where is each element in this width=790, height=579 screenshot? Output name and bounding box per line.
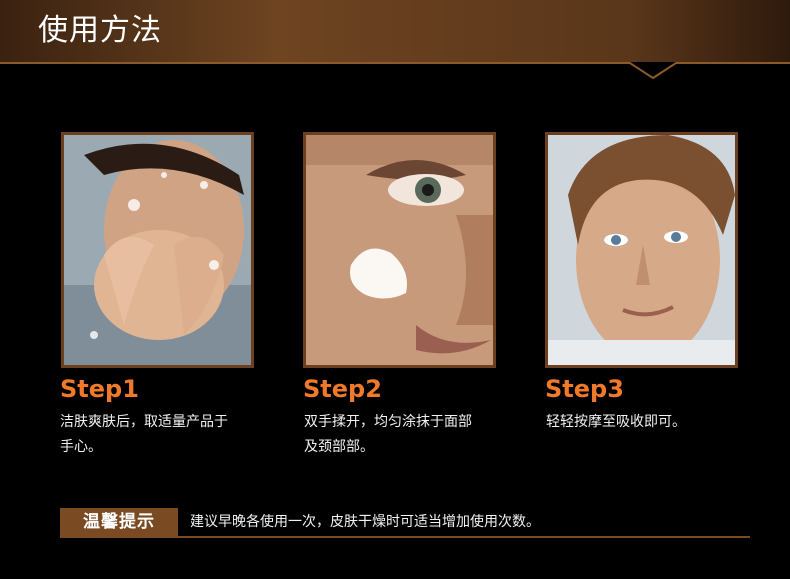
step1-title: Step1 — [60, 375, 139, 403]
step1-desc-line: 洁肤爽肤后，取适量产品于 — [60, 414, 228, 430]
step1-desc-line: 手心。 — [60, 439, 102, 455]
step1-description: 洁肤爽肤后，取适量产品于 手心。 — [60, 410, 260, 460]
tip-divider — [60, 536, 750, 538]
step2-description: 双手揉开，均匀涂抹于面部 及颈部部。 — [304, 410, 504, 460]
step2-desc-line: 及颈部部。 — [304, 439, 374, 455]
step3-photo — [545, 132, 738, 368]
step2-title: Step2 — [303, 375, 382, 403]
step3-description: 轻轻按摩至吸收即可。 — [546, 410, 746, 435]
face-washing-photo-icon — [64, 135, 251, 365]
tip-label: 温馨提示 — [60, 508, 178, 536]
page-title: 使用方法 — [38, 13, 162, 48]
tip-text: 建议早晚各使用一次，皮肤干燥时可适当增加使用次数。 — [190, 514, 540, 530]
step3-desc-line: 轻轻按摩至吸收即可。 — [546, 414, 686, 430]
clean-face-photo-icon — [548, 135, 735, 365]
step1-photo — [61, 132, 254, 368]
step2-photo — [303, 132, 496, 368]
page-header: 使用方法 — [0, 0, 790, 80]
cream-applied-photo-icon — [306, 135, 493, 365]
step3-title: Step3 — [545, 375, 624, 403]
step2-desc-line: 双手揉开，均匀涂抹于面部 — [304, 414, 472, 430]
